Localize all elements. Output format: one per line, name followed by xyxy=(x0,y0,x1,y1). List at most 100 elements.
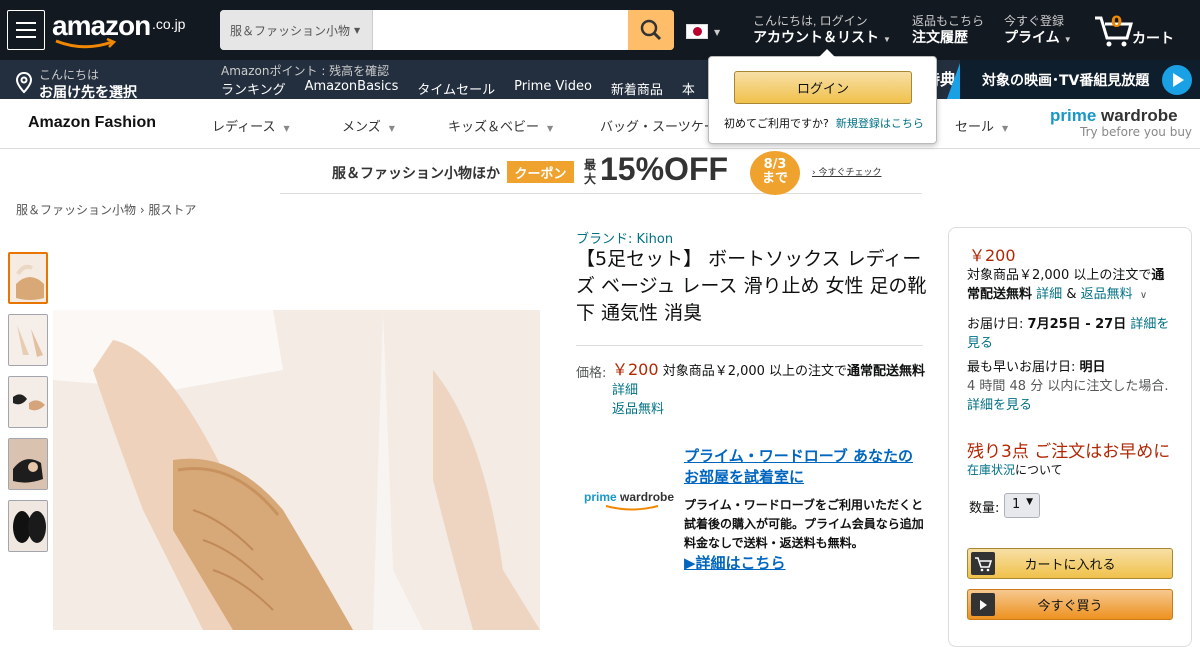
brand-link[interactable]: ブランド: Kihon xyxy=(576,228,673,247)
cart-label: カート xyxy=(1132,30,1174,46)
fashion-nav-label: メンズ xyxy=(342,120,381,135)
quantity-select[interactable]: 1 ▼ xyxy=(1004,493,1040,518)
promo-text: 対象の映画･TV番組見放題 xyxy=(982,73,1150,89)
sub-nav-link-ranking[interactable]: ランキング xyxy=(221,79,286,98)
sub-nav-link-new[interactable]: 新着商品 xyxy=(611,79,663,98)
chevron-down-icon: ▼ xyxy=(1002,124,1009,133)
buybox-ship-text: 対象商品￥2,000 以上の注文で xyxy=(967,268,1152,283)
shipping-free: 通常配送無料 xyxy=(847,364,926,379)
breadcrumb[interactable]: 服＆ファッション小物 › 服ストア xyxy=(16,201,196,218)
logo-suffix: .co.jp xyxy=(152,16,186,32)
search-icon xyxy=(640,19,662,41)
amazon-fashion-logo[interactable]: Amazon Fashion xyxy=(28,114,156,132)
orders-link[interactable]: 返品もこちら 注文履歴 xyxy=(912,14,984,46)
search-input[interactable] xyxy=(373,10,628,50)
product-main-image[interactable] xyxy=(53,310,540,630)
deliver-greeting: こんにちは xyxy=(39,68,100,82)
account-label: アカウント＆リスト xyxy=(753,29,879,45)
orders-sub: 返品もこちら xyxy=(912,14,985,28)
play-icon xyxy=(1162,65,1192,95)
search-category-select[interactable]: 服＆ファッション小物 ▼ xyxy=(220,10,373,50)
pw-wardrobe: wardrobe xyxy=(620,490,675,504)
cart-link[interactable]: 0 カート xyxy=(1093,12,1183,48)
prime-video-promo[interactable]: 対象の映画･TV番組見放題 xyxy=(960,60,1200,99)
account-lists-link[interactable]: こんにちは, ログイン アカウント＆リスト ▼ xyxy=(753,14,891,49)
new-user-text: 初めてご利用ですか? 新規登録はこちら xyxy=(724,115,924,131)
coupon-banner[interactable]: 服＆ファッション小物ほか クーポン 最大 15%OFF 8/3 まで › 今すぐ… xyxy=(280,150,922,195)
free-returns-link[interactable]: 返品無料 xyxy=(612,400,932,419)
prime-wardrobe-more-link[interactable]: ▶詳細はこちら xyxy=(684,552,786,573)
buybox-ship-details-link[interactable]: 詳細 xyxy=(1036,287,1062,302)
chevron-down-icon: ▼ xyxy=(1026,497,1033,507)
sub-nav-link-books[interactable]: 本 xyxy=(682,79,695,98)
delivery-label: お届け日: xyxy=(967,317,1024,332)
login-popover: ログイン 初めてご利用ですか? 新規登録はこちら xyxy=(708,49,937,144)
coupon-cta[interactable]: › 今すぐチェック xyxy=(812,165,881,178)
buybox-shipping: 対象商品￥2,000 以上の注文で通常配送無料 詳細 & 返品無料 ∨ xyxy=(967,266,1177,305)
smile-icon xyxy=(605,505,659,511)
chevron-down-icon: ▼ xyxy=(283,124,290,133)
search-bar: 服＆ファッション小物 ▼ xyxy=(220,10,674,50)
prime-wardrobe-promo: prime wardrobe プライム・ワードローブ あなたのお部屋を試着室に … xyxy=(576,446,926,576)
quantity-label: 数量: xyxy=(969,501,1000,516)
price-label: 価格: xyxy=(576,366,607,381)
prime-wardrobe-headline-link[interactable]: プライム・ワードローブ あなたのお部屋を試着室に xyxy=(684,446,924,488)
pw-prime: prime xyxy=(584,490,617,504)
thumbnail-4[interactable] xyxy=(8,438,48,490)
login-button[interactable]: ログイン xyxy=(734,71,912,104)
points-link[interactable]: Amazonポイント : 残高を確認 xyxy=(221,62,389,79)
coupon-prefix: 最大 xyxy=(584,158,597,186)
stock-status-link[interactable]: 在庫状況 xyxy=(967,463,1015,477)
buy-box: ￥200 対象商品￥2,000 以上の注文で通常配送無料 詳細 & 返品無料 ∨… xyxy=(948,227,1192,647)
fashion-nav-kids[interactable]: キッズ＆ベビー ▼ xyxy=(448,116,553,135)
prime-sub: 今すぐ登録 xyxy=(1004,14,1065,28)
buy-now-button[interactable]: 今すぐ買う xyxy=(967,589,1173,620)
chevron-down-icon: ▼ xyxy=(883,35,891,44)
fashion-nav-sale[interactable]: セール ▼ xyxy=(955,116,1008,135)
fashion-nav-label: レディース xyxy=(212,120,276,135)
coupon-text: 服＆ファッション小物ほか xyxy=(332,166,500,182)
fastest-label: 最も早いお届け日: xyxy=(967,360,1076,375)
pw-wardrobe: wardrobe xyxy=(1101,106,1178,125)
quantity-value: 1 xyxy=(1012,497,1021,512)
fashion-nav-mens[interactable]: メンズ ▼ xyxy=(342,116,395,135)
thumbnail-1[interactable] xyxy=(8,252,48,304)
fastest-details-link[interactable]: 詳細を見る xyxy=(967,398,1032,413)
prime-link[interactable]: 今すぐ登録 プライム ▼ xyxy=(1004,14,1072,49)
thumbnail-2[interactable] xyxy=(8,314,48,366)
play-icon xyxy=(971,593,995,616)
japan-flag-icon[interactable] xyxy=(686,24,708,39)
search-button[interactable] xyxy=(628,10,674,50)
buybox-price: ￥200 xyxy=(969,246,1016,265)
prime-wardrobe-body: プライム・ワードローブをご利用いただくと試着後の購入が可能。プライム会員なら追加… xyxy=(684,498,924,550)
menu-hamburger-button[interactable] xyxy=(7,10,45,50)
amazon-logo[interactable]: amazon .co.jp xyxy=(52,10,185,50)
coupon-date: 8/3 xyxy=(763,157,787,172)
logo-text: amazon xyxy=(52,10,151,41)
search-category-label: 服＆ファッション小物 xyxy=(230,23,351,38)
divider xyxy=(576,345,923,346)
buybox-returns-link[interactable]: 返品無料 xyxy=(1081,287,1133,302)
shipping-text: 対象商品￥2,000 以上の注文で xyxy=(662,364,848,379)
coupon-date-badge: 8/3 まで xyxy=(750,151,800,195)
prime-wardrobe-logo-small: prime wardrobe xyxy=(584,490,674,512)
product-thumbnail-image xyxy=(9,377,47,427)
chevron-down-icon[interactable]: ∨ xyxy=(1137,290,1147,301)
orders-label: 注文履歴 xyxy=(912,29,968,45)
shipping-details-link[interactable]: 詳細 xyxy=(612,381,932,400)
fashion-nav-ladies[interactable]: レディース ▼ xyxy=(212,116,290,135)
fastest-date: 明日 xyxy=(1079,360,1106,375)
add-to-cart-label: カートに入れる xyxy=(1024,558,1116,573)
prime-wardrobe-logo[interactable]: prime wardrobe Try before you buy xyxy=(1050,106,1192,140)
thumbnail-3[interactable] xyxy=(8,376,48,428)
product-thumbnail-image xyxy=(10,254,46,302)
product-thumbnail-image xyxy=(9,439,47,489)
sub-nav-link-timesale[interactable]: タイムセール xyxy=(417,79,495,98)
thumbnail-5[interactable] xyxy=(8,500,48,552)
sub-nav-link-prime-video[interactable]: Prime Video xyxy=(514,79,592,98)
sub-nav-link-amazonbasics[interactable]: AmazonBasics xyxy=(305,79,399,98)
register-link[interactable]: 新規登録はこちら xyxy=(836,117,924,130)
coupon-badge: クーポン xyxy=(507,161,574,183)
new-user-question: 初めてご利用ですか? xyxy=(724,117,829,130)
add-to-cart-button[interactable]: カートに入れる xyxy=(967,548,1173,579)
